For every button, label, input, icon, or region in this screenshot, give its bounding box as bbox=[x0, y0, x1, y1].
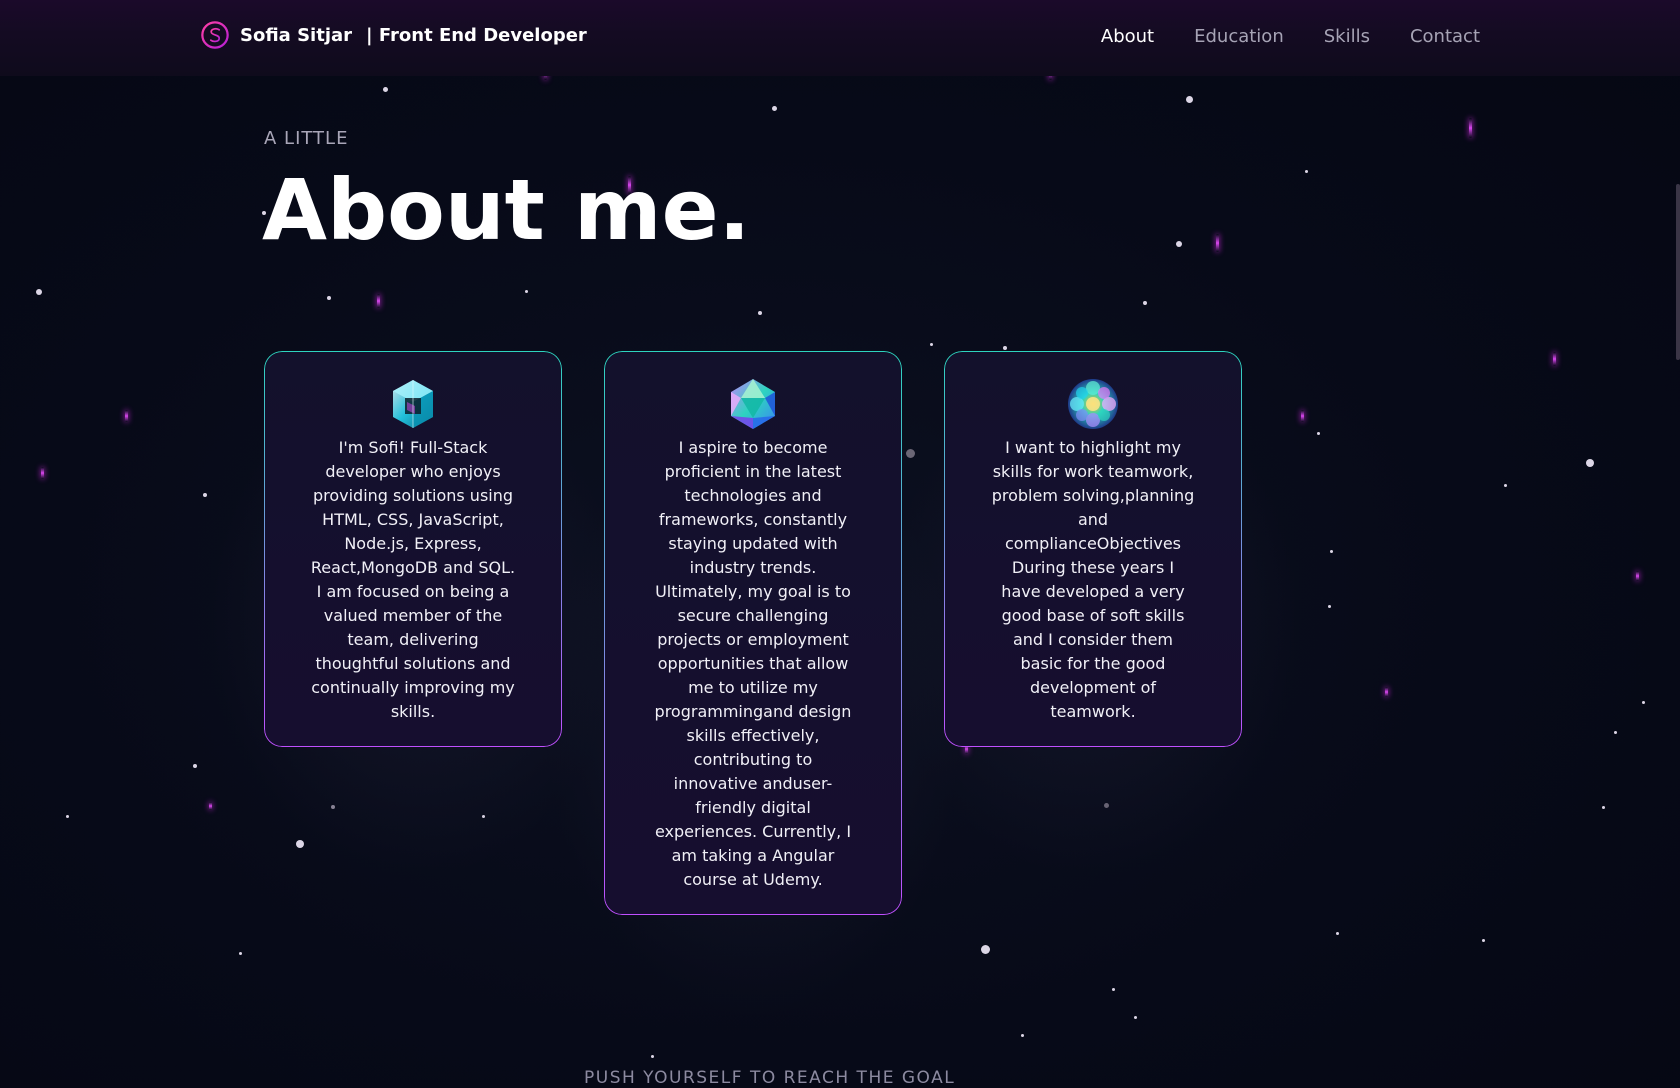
nav-skills[interactable]: Skills bbox=[1324, 26, 1370, 47]
section-title: About me. bbox=[262, 161, 751, 259]
about-card-intro: I'm Sofi! Full-Stack developer who enjoy… bbox=[264, 351, 562, 747]
logo-icon bbox=[201, 21, 229, 49]
section-subtitle: A LITTLE bbox=[264, 128, 349, 149]
flower-sphere-icon bbox=[1068, 379, 1118, 429]
navbar: Sofia Sitjar | Front End Developer About… bbox=[0, 0, 1680, 76]
about-card-goals: I aspire to become proficient in the lat… bbox=[604, 351, 902, 915]
teal-cube-icon bbox=[393, 380, 433, 428]
card-text: I'm Sofi! Full-Stack developer who enjoy… bbox=[310, 438, 516, 721]
brand-role: | Front End Developer bbox=[366, 24, 587, 46]
brand[interactable]: Sofia Sitjar | Front End Developer bbox=[200, 20, 587, 50]
card-text: I want to highlight my skills for work t… bbox=[991, 438, 1195, 721]
scrollbar-thumb[interactable] bbox=[1676, 184, 1680, 360]
brand-name: Sofia Sitjar bbox=[240, 24, 353, 46]
about-card-skills: I want to highlight my skills for work t… bbox=[944, 351, 1242, 747]
main-nav: About Education Skills Contact bbox=[1101, 26, 1480, 47]
nav-education[interactable]: Education bbox=[1194, 26, 1284, 47]
nav-about[interactable]: About bbox=[1101, 26, 1154, 47]
next-section-heading: PUSH YOURSELF TO REACH THE GOAL bbox=[584, 1068, 956, 1088]
nav-contact[interactable]: Contact bbox=[1410, 26, 1480, 47]
card-text: I aspire to become proficient in the lat… bbox=[654, 438, 852, 889]
crystal-gem-icon bbox=[731, 379, 775, 429]
